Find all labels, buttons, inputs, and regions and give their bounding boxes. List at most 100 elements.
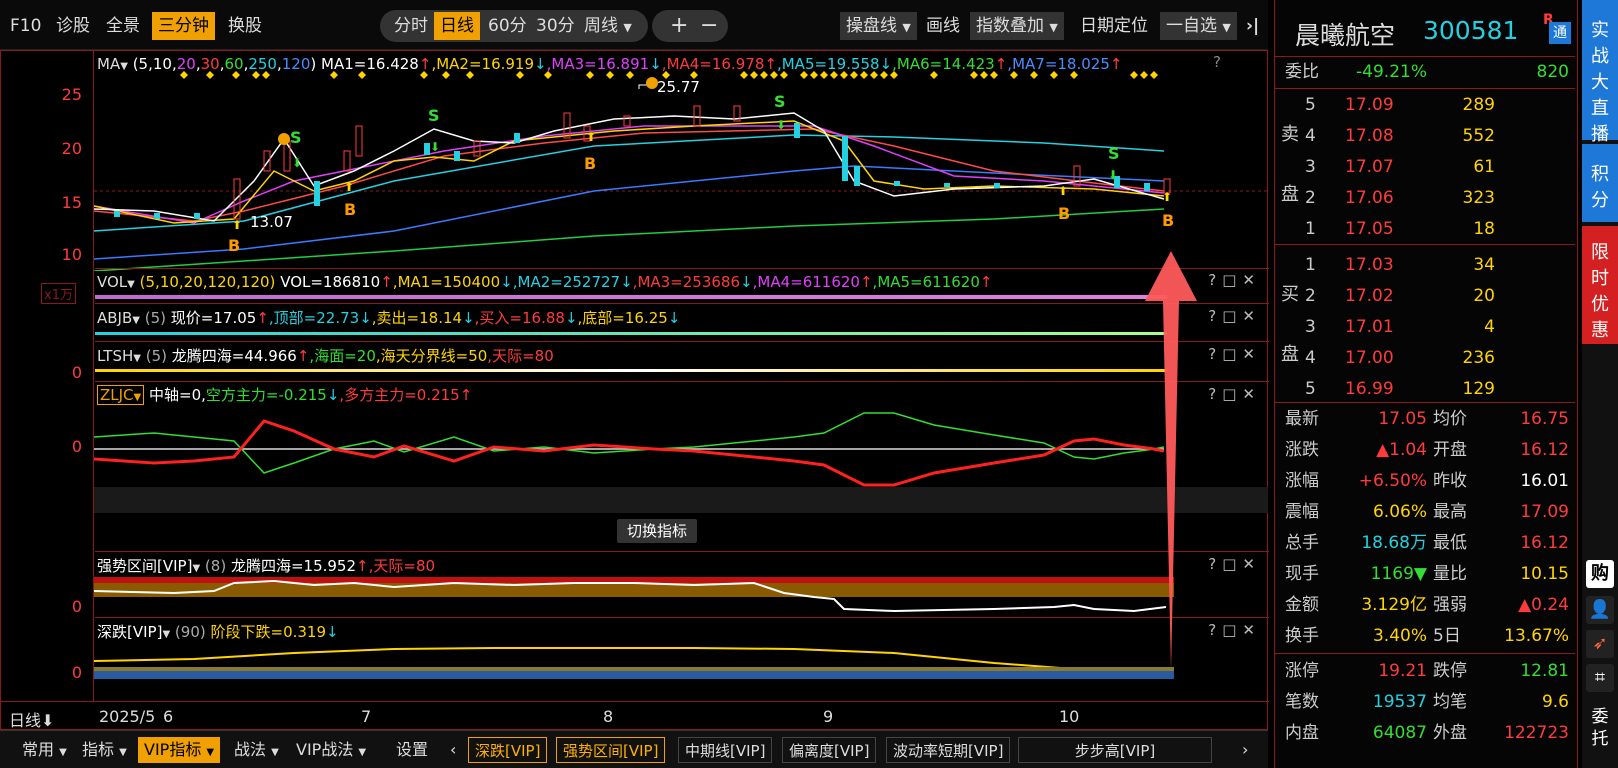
stat-row: 涨停 19.21 跌停 12.81 [1275, 656, 1575, 687]
min60-button[interactable]: 60分 [482, 12, 533, 40]
ask-row[interactable]: 5 17.09 289 [1275, 90, 1575, 120]
stat-row: 内盘 64087 外盘 122723 [1275, 718, 1575, 749]
zoom-in-button[interactable]: + [664, 12, 694, 40]
tab-common[interactable]: 常用 ▼ [16, 737, 73, 763]
stat-value: +6.50% [1358, 471, 1427, 491]
vip-tab-zqx[interactable]: 中期线[VIP] [678, 737, 773, 763]
bid-row[interactable]: 3 17.01 4 [1275, 312, 1575, 342]
svg-text:⬆: ⬆ [586, 130, 596, 144]
abjb-pane-controls[interactable]: ?□✕ [1208, 307, 1261, 325]
switch-indicator-button[interactable]: 切换指标 [617, 519, 698, 543]
bid-price: 16.99 [1345, 379, 1394, 399]
draw-line-button[interactable]: 画线 [920, 12, 966, 40]
abjb-price: 现价=17.05 [170, 309, 257, 327]
abjb-label[interactable]: ABJB [97, 309, 132, 327]
bid-row[interactable]: 4 17.00 236 [1275, 343, 1575, 373]
ma-help-icon[interactable]: ? [1213, 53, 1221, 71]
bid-row[interactable]: 2 17.02 20 [1275, 281, 1575, 311]
custom-dropdown[interactable]: 一自选 ▼ [1160, 12, 1237, 40]
chevron-down-icon[interactable]: ▼ [133, 353, 141, 364]
panorama-button[interactable]: 全景 [100, 12, 146, 40]
tab-indicator[interactable]: 指标 ▼ [76, 737, 133, 763]
sd-pane-controls[interactable]: ?□✕ [1208, 621, 1261, 639]
bid-level: 2 [1305, 286, 1316, 306]
weicha-value: 820 [1536, 62, 1569, 82]
qsqj-pane-controls[interactable]: ?□✕ [1208, 555, 1261, 573]
bid-row[interactable]: 5 16.99 129 [1275, 374, 1575, 404]
min30-button[interactable]: 30分 [530, 12, 581, 40]
ma-line-red [94, 128, 1165, 222]
stat-label: 5日 [1433, 626, 1461, 646]
user-icon[interactable]: 👤 [1586, 596, 1614, 624]
points-button[interactable]: 积分 [1582, 144, 1618, 222]
vip-tab-bdl[interactable]: 波动率短期[VIP] [886, 737, 1011, 763]
stat-label: 内盘 [1285, 723, 1319, 743]
tab-vip-strategy[interactable]: VIP战法 ▼ [290, 737, 372, 763]
ask-row[interactable]: 2 17.06 323 [1275, 183, 1575, 213]
crop-icon[interactable]: ⌗ [1586, 664, 1614, 692]
scroll-left-icon[interactable]: ‹ [444, 737, 462, 763]
ltsh-pane-controls[interactable]: ?□✕ [1208, 345, 1261, 363]
ltsh-value: 龙腾四海=44.966 [171, 347, 297, 365]
stat-value: 19537 [1372, 692, 1427, 712]
buy-button[interactable]: 购 [1586, 560, 1614, 588]
zljc-label: ZLJC [100, 386, 134, 404]
svg-text:⬆: ⬆ [344, 180, 354, 194]
f10-button[interactable]: F10 [4, 12, 47, 40]
vip-tab-pld[interactable]: 偏离度[VIP] [782, 737, 877, 763]
rixian-button[interactable]: 日线 [434, 12, 480, 40]
svg-text:⬇: ⬇ [1108, 168, 1118, 182]
chevron-down-icon[interactable]: ▼ [127, 279, 135, 290]
ask-volume: 289 [1462, 95, 1495, 115]
collapse-icon[interactable]: ›| [1240, 12, 1265, 40]
live-button[interactable]: 实战大直播 [1582, 0, 1618, 145]
stat-value: 10.15 [1520, 564, 1569, 584]
qsqj-label[interactable]: 强势区间[VIP] [97, 557, 192, 575]
weekly-dropdown[interactable]: 周线 ▼ [578, 12, 638, 40]
kline-chart[interactable]: 25.77 13.07 S S S S B B B B B ⬆ ⬆ ⬆ ⬆ ⬆ ⬇ ⬇ ⬇ ⬇ [94, 71, 1268, 271]
rocket-icon[interactable]: ➶ [1586, 630, 1614, 658]
vol-pane-controls[interactable]: ?□✕ [1208, 271, 1261, 289]
stat-row: 涨跌 ▲1.04 开盘 16.12 [1275, 435, 1575, 466]
vol-label[interactable]: VOL [97, 273, 127, 291]
stat-row: 涨幅 +6.50% 昨收 16.01 [1275, 466, 1575, 497]
bid-row[interactable]: 1 17.03 34 [1275, 250, 1575, 280]
svg-text:B: B [1162, 211, 1174, 230]
ask-volume: 552 [1462, 126, 1495, 146]
date-locate-button[interactable]: 日期定位 [1074, 12, 1154, 40]
stat-value: 12.81 [1520, 661, 1569, 681]
ask-row[interactable]: 4 17.08 552 [1275, 121, 1575, 151]
diagnose-button[interactable]: 诊股 [50, 12, 96, 40]
vip-tab-bbg[interactable]: 步步高[VIP] [1018, 737, 1212, 763]
zoom-out-button[interactable]: − [694, 12, 724, 40]
scroll-right-icon[interactable]: › [1236, 737, 1254, 763]
index-overlay-dropdown[interactable]: 指数叠加 ▼ [970, 12, 1064, 40]
tab-strategy[interactable]: 战法 ▼ [228, 737, 285, 763]
sd-label[interactable]: 深跌[VIP] [97, 623, 162, 641]
switch-stock-button[interactable]: 换股 [222, 12, 268, 40]
entrust-button[interactable]: 委托 [1582, 702, 1618, 762]
qsqj-ltsh: 龙腾四海=15.952 [230, 557, 357, 575]
chevron-down-icon[interactable]: ▼ [162, 629, 170, 640]
stat-label: 涨跌 [1285, 440, 1319, 460]
tong-badge[interactable]: 通 [1549, 22, 1571, 44]
tab-vip-indicator[interactable]: VIP指标 ▼ [138, 737, 221, 763]
zljc-pane-controls[interactable]: ?□✕ [1208, 385, 1261, 403]
period-label[interactable]: 日线⬇ [9, 707, 54, 731]
promo-button[interactable]: 限时优惠 [1582, 226, 1618, 344]
three-min-button[interactable]: 三分钟 [152, 12, 215, 40]
fenshi-button[interactable]: 分时 [388, 12, 434, 40]
stat-label: 笔数 [1285, 692, 1319, 712]
vip-tab-qsqj[interactable]: 强势区间[VIP] [556, 737, 666, 763]
zljc-dropdown[interactable]: ZLJC▼ [97, 385, 145, 405]
stock-code: 300581 [1423, 16, 1519, 45]
ask-row[interactable]: 3 17.07 61 [1275, 152, 1575, 182]
chevron-down-icon[interactable]: ▼ [132, 315, 140, 326]
high-label: 25.77 [657, 78, 700, 96]
tab-settings[interactable]: 设置 [390, 737, 434, 763]
vip-tab-shendie[interactable]: 深跌[VIP] [468, 737, 548, 763]
ask-row[interactable]: 1 17.05 18 [1275, 214, 1575, 244]
chevron-down-icon[interactable]: ▼ [192, 563, 200, 574]
ltsh-label[interactable]: LTSH [97, 347, 133, 365]
pan-line-dropdown[interactable]: 操盘线 ▼ [840, 12, 917, 40]
